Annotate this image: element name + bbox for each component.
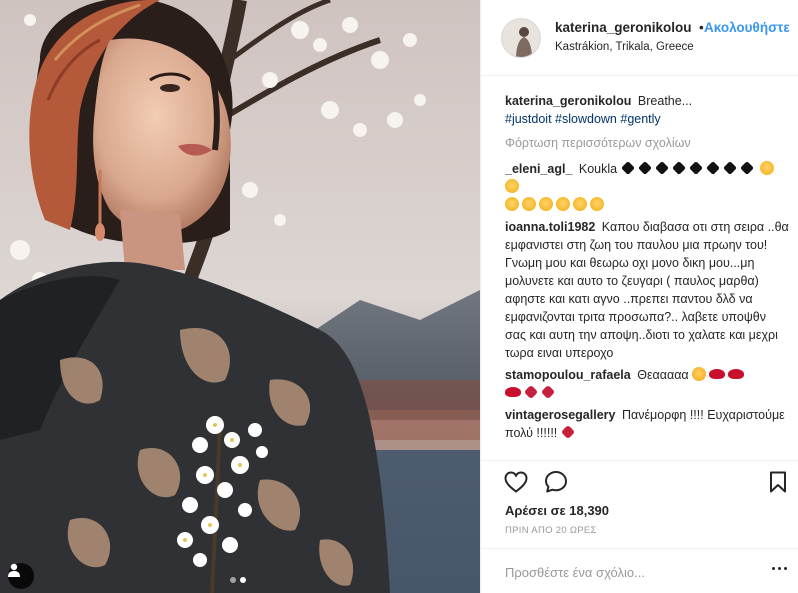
post-timestamp[interactable]: ΠΡΙΝ ΑΠΟ 20 ΩΡΕΣ — [505, 525, 597, 536]
comments-list[interactable]: katerina_geronikolou Breathe... #justdoi… — [505, 92, 789, 460]
bookmark-icon — [770, 471, 786, 493]
more-options-button[interactable] — [772, 567, 787, 570]
black-heart-emoji-group — [620, 161, 760, 176]
user-silhouette-icon — [8, 563, 20, 577]
ellipsis-icon-dot — [778, 567, 781, 570]
avatar-image — [502, 19, 540, 57]
comment-username-link[interactable]: _eleni_agl_ — [505, 162, 572, 176]
comment-item: stamopoulou_rafaela Θεααααα — [505, 366, 789, 402]
save-button[interactable] — [765, 469, 791, 495]
post-actions: Αρέσει σε 18,390 ΠΡΙΝ ΑΠΟ 20 ΩΡΕΣ — [481, 460, 798, 540]
location-link[interactable]: Kastrákion, Trikala, Greece — [555, 41, 694, 53]
caption-text: Breathe... — [637, 94, 693, 108]
add-comment-input[interactable] — [505, 562, 745, 582]
carousel-indicator — [230, 577, 246, 583]
like-button[interactable] — [503, 469, 529, 495]
comment-button[interactable] — [543, 469, 569, 495]
hashtag-link[interactable]: #slowdown — [555, 112, 617, 126]
post-photo[interactable] — [0, 0, 480, 593]
add-comment-section — [481, 548, 798, 593]
likes-count[interactable]: Αρέσει σε 18,390 — [505, 503, 609, 518]
ellipsis-icon-dot — [784, 567, 787, 570]
caption: katerina_geronikolou Breathe... #justdoi… — [505, 92, 789, 128]
comment-item: ioanna.toli1982 Καπου διαβασα οτι στη σε… — [505, 218, 789, 362]
red-heart-emoji — [560, 424, 575, 440]
comment-username-link[interactable]: stamopoulou_rafaela — [505, 368, 631, 382]
carousel-dot[interactable] — [230, 577, 236, 583]
heart-outline-icon — [504, 471, 528, 493]
comment-item: _eleni_agl_ Koukla — [505, 160, 789, 214]
comment-text: Καπου διαβασα οτι στη σειρα ..θα εμφανισ… — [505, 220, 789, 360]
comment-item: vintagerosegallery Πανέμορφη !!!! Ευχαρι… — [505, 406, 789, 442]
hashtag-link[interactable]: #gently — [620, 112, 660, 126]
ellipsis-icon-dot — [772, 567, 775, 570]
follow-button[interactable]: Ακολουθήστε — [704, 20, 790, 35]
comment-username-link[interactable]: ioanna.toli1982 — [505, 220, 595, 234]
speech-bubble-icon — [545, 471, 567, 493]
header-username-link[interactable]: katerina_geronikolou — [555, 20, 692, 35]
comment-text: Θεααααα — [637, 368, 689, 382]
comment-username-link[interactable]: vintagerosegallery — [505, 408, 615, 422]
post-header: katerina_geronikolou • Ακολουθήστε Kastr… — [481, 0, 798, 76]
photo-illustration — [0, 0, 480, 593]
post-side-panel: katerina_geronikolou • Ακολουθήστε Kastr… — [480, 0, 798, 593]
avatar[interactable] — [501, 18, 541, 58]
comment-text: Koukla — [578, 162, 618, 176]
hashtag-link[interactable]: #justdoit — [505, 112, 552, 126]
load-more-comments-button[interactable]: Φόρτωση περισσότερων σχολίων — [505, 134, 789, 152]
user-tag-button[interactable] — [8, 563, 34, 589]
carousel-dot-active[interactable] — [240, 577, 246, 583]
caption-username-link[interactable]: katerina_geronikolou — [505, 94, 631, 108]
